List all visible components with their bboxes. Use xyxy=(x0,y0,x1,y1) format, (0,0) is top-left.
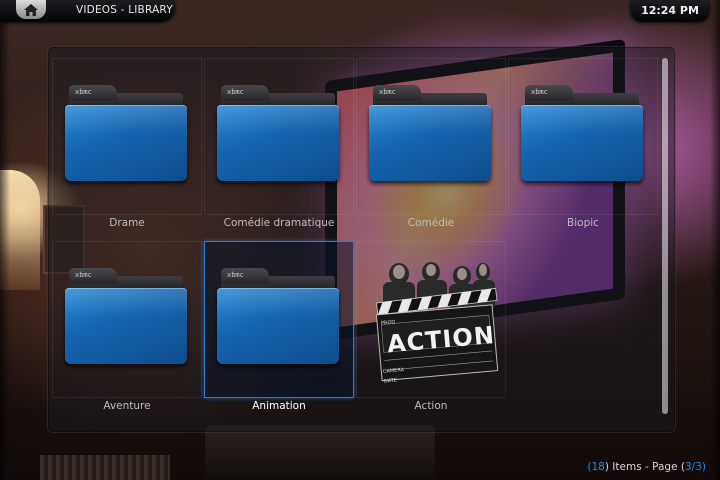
grid-item-aventure[interactable]: xbmc Aventure xyxy=(52,241,202,412)
scrollbar-thumb[interactable] xyxy=(662,58,668,414)
clapperboard-label-date: DATE xyxy=(383,377,398,385)
grid-item-label: Animation xyxy=(252,400,306,412)
folder-icon: xbmc xyxy=(65,85,189,181)
grid-item-label: Comédie dramatique xyxy=(223,217,335,229)
xbmc-badge: xbmc xyxy=(221,85,269,101)
folder-icon: xbmc xyxy=(217,268,341,364)
xbmc-badge: xbmc xyxy=(525,85,573,101)
grid-item-biopic[interactable]: xbmc Biopic xyxy=(508,58,658,229)
grid-item-label: Comédie xyxy=(407,217,455,229)
grid-item-comedie[interactable]: xbmc Comédie xyxy=(356,58,506,229)
background-table xyxy=(205,425,435,480)
folder-icon: xbmc xyxy=(369,85,493,181)
folder-icon: xbmc xyxy=(521,85,645,181)
folder-icon: xbmc xyxy=(217,85,341,181)
footer-items-text: ) Items - Page ( xyxy=(604,461,685,473)
grid-item-animation[interactable]: xbmc Animation xyxy=(204,241,354,412)
xbmc-badge: xbmc xyxy=(69,268,117,284)
grid-item-label: Action xyxy=(414,400,448,412)
background-rug xyxy=(40,455,170,480)
folder-icon: xbmc xyxy=(65,268,189,364)
grid-item-comedie-dramatique[interactable]: xbmc Comédie dramatique xyxy=(204,58,354,229)
page-title: VIDEOS - LIBRARY xyxy=(76,4,173,16)
home-button[interactable] xyxy=(16,0,46,19)
grid-item-label: Aventure xyxy=(103,400,151,412)
scrollbar-track[interactable] xyxy=(662,58,668,414)
xbmc-badge: xbmc xyxy=(373,85,421,101)
page-indicator: 3/3 xyxy=(684,461,702,473)
right-edge-shadow xyxy=(710,0,720,480)
clapperboard-label-prod: PROD xyxy=(380,319,396,327)
item-count-footer: (18) Items - Page (3/3) xyxy=(587,461,706,473)
clock-bar: 12:24 PM xyxy=(630,0,710,22)
grid-item-drame[interactable]: xbmc Drame xyxy=(52,58,202,229)
left-edge-shadow xyxy=(0,0,10,480)
grid-item-action[interactable]: ACTION PROD CAMERA DATE Action xyxy=(356,241,506,412)
clock: 12:24 PM xyxy=(641,4,699,17)
xbmc-badge: xbmc xyxy=(221,268,269,284)
footer-paren-close: ) xyxy=(701,461,706,473)
item-count: 18 xyxy=(591,461,605,473)
clapperboard-icon xyxy=(375,262,499,382)
xbmc-badge: xbmc xyxy=(69,85,117,101)
header-bar: VIDEOS - LIBRARY xyxy=(0,0,175,22)
grid-item-label: Drame xyxy=(109,217,145,229)
home-icon xyxy=(24,3,38,16)
grid-item-label: Biopic xyxy=(567,217,599,229)
